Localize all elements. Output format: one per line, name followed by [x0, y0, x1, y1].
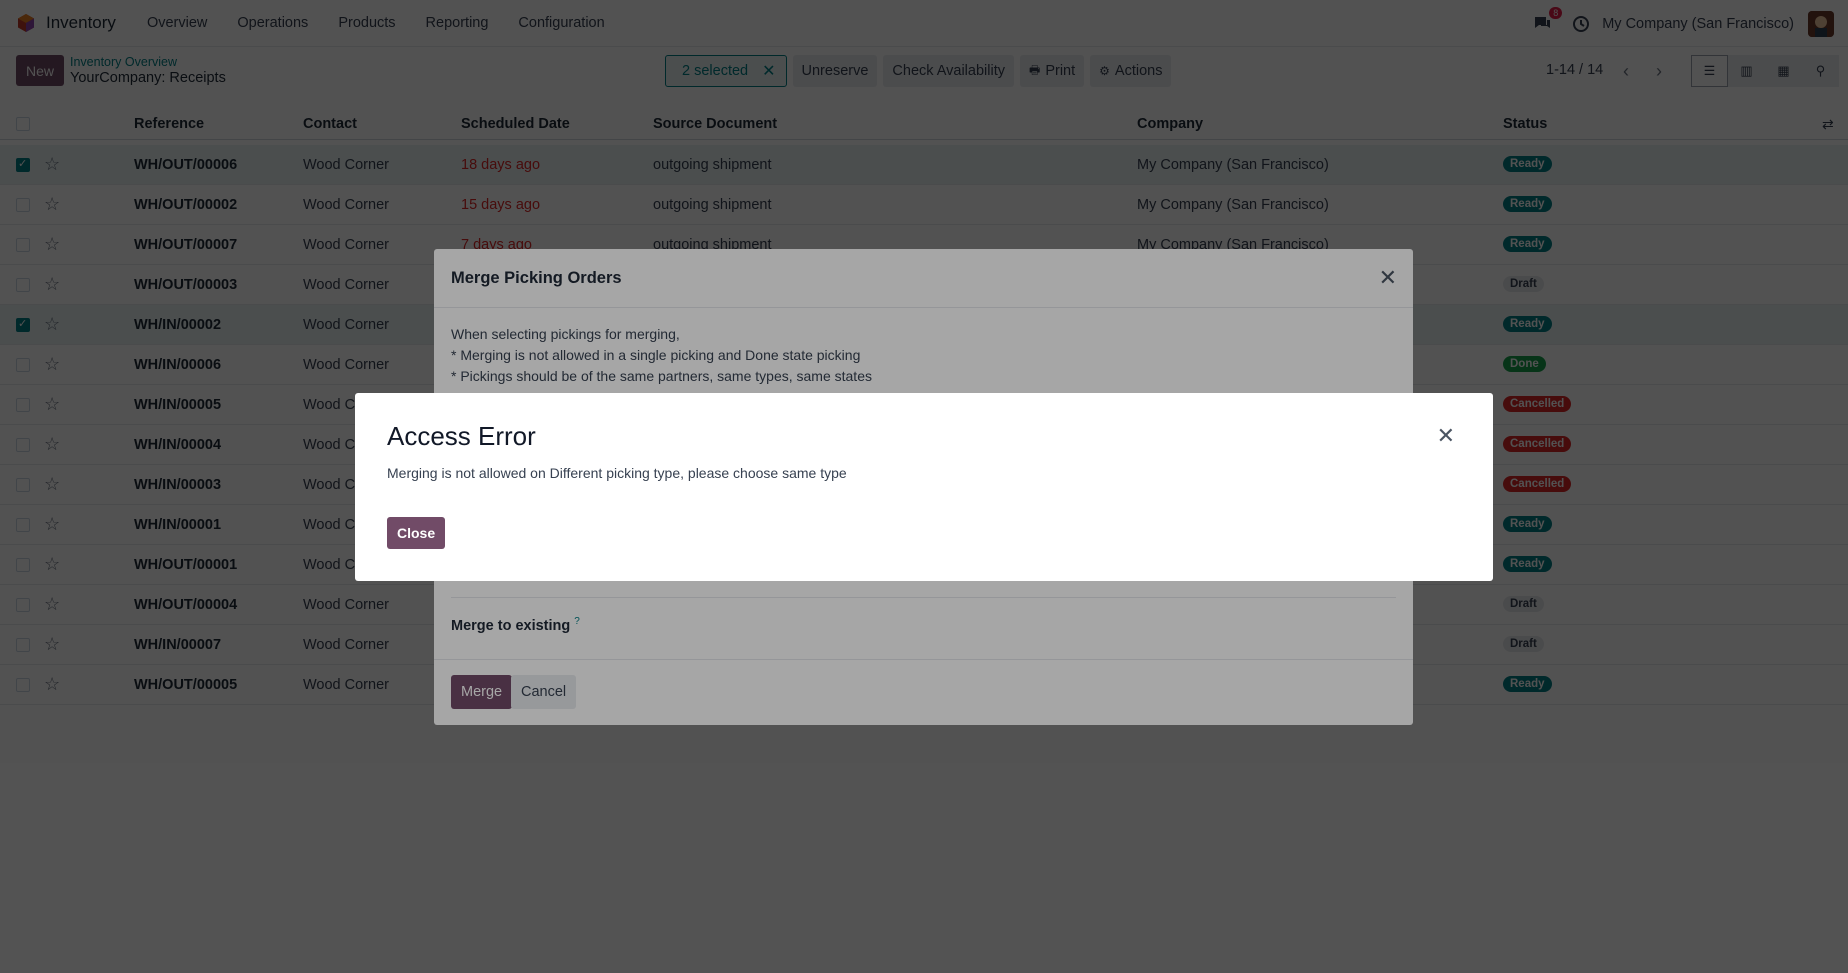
error-dialog-close-icon[interactable]: ✕: [1437, 423, 1455, 449]
error-dialog-title: Access Error: [387, 421, 536, 451]
error-close-button[interactable]: Close: [387, 517, 446, 549]
error-message: Merging is not allowed on Different pick…: [387, 465, 847, 481]
access-error-dialog: Access Error ✕ Merging is not allowed on…: [355, 393, 1493, 581]
